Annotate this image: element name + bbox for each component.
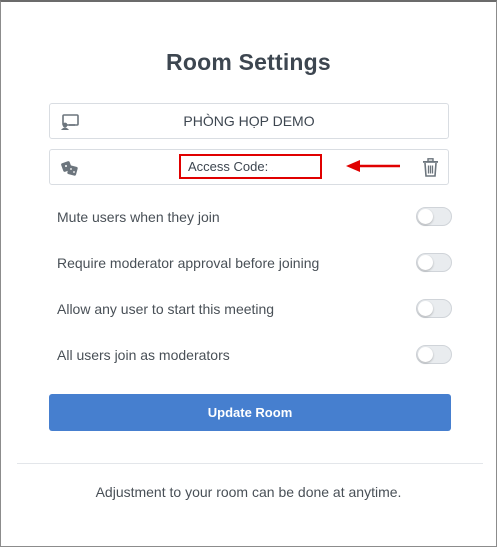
- toggle-row-mute-users: Mute users when they join: [57, 205, 452, 229]
- footer-text: Adjustment to your room can be done at a…: [95, 484, 402, 500]
- toggle-knob: [418, 347, 433, 362]
- join-as-moderators-toggle[interactable]: [416, 345, 452, 364]
- toggle-knob: [418, 209, 433, 224]
- toggle-row-moderator-approval: Require moderator approval before joinin…: [57, 251, 452, 275]
- annotation-arrow-icon: [346, 160, 400, 172]
- toggle-label: Allow any user to start this meeting: [57, 301, 275, 317]
- access-code-value: Access Code: 19: [188, 159, 287, 174]
- any-user-start-toggle[interactable]: [416, 299, 452, 318]
- trash-icon[interactable]: [422, 158, 439, 177]
- room-name-field[interactable]: PHÒNG HỌP DEMO: [49, 103, 449, 139]
- toggle-row-any-user-start: Allow any user to start this meeting: [57, 297, 452, 321]
- update-room-button[interactable]: Update Room: [49, 394, 451, 431]
- footer-divider: [17, 463, 483, 464]
- toggle-knob: [418, 255, 433, 270]
- toggle-label: Mute users when they join: [57, 209, 220, 225]
- room-name-value: PHÒNG HỌP DEMO: [183, 113, 315, 129]
- toggle-knob: [418, 301, 433, 316]
- access-code-highlight: Access Code: 19: [179, 154, 322, 179]
- room-settings-modal: Room Settings PHÒNG HỌP DEMO Access Code…: [0, 0, 497, 547]
- toggle-label: Require moderator approval before joinin…: [57, 255, 320, 271]
- moderator-approval-toggle[interactable]: [416, 253, 452, 272]
- dice-icon: [60, 159, 80, 177]
- modal-title: Room Settings: [166, 49, 331, 75]
- toggle-label: All users join as moderators: [57, 347, 230, 363]
- access-code-redaction: [273, 158, 311, 175]
- toggle-row-join-as-moderators: All users join as moderators: [57, 343, 452, 367]
- mute-users-toggle[interactable]: [416, 207, 452, 226]
